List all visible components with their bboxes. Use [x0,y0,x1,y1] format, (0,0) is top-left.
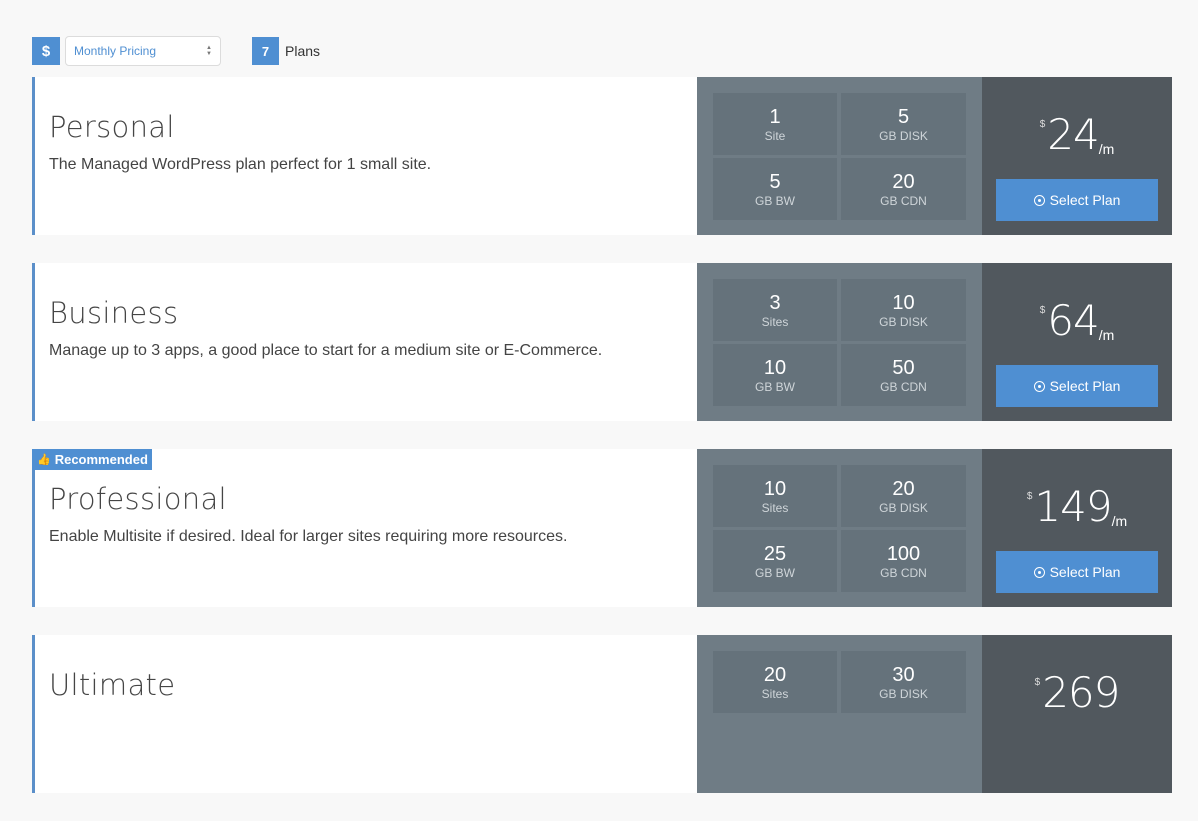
select-plan-label: Select Plan [1049,564,1121,580]
price-currency: $ [1026,491,1033,502]
spec-unit: GB CDN [880,565,927,580]
thumbs-up-icon: 👍 [37,454,51,466]
spec-disk: 5 GB DISK [841,93,966,155]
spec-value: 1 [769,105,781,128]
plan-price: $ 269 [1034,668,1121,721]
plan-price: $ 64 /m [1040,299,1115,349]
dot-circle-icon [1033,566,1045,578]
spec-disk: 20 GB DISK [841,465,966,527]
spec-value: 3 [769,291,781,314]
recommended-label: Recommended [54,452,148,467]
spec-sites: 1 Site [713,93,837,155]
spec-unit: GB BW [754,565,795,580]
spec-value: 10 [763,356,787,379]
price-box: $ 64 /m Select Plan [982,263,1172,421]
spec-unit: Site [764,128,786,143]
price-amount: 64 [1047,296,1099,345]
plan-specs: 10 Sites 20 GB DISK 25 GB BW 100 GB CDN [697,449,982,607]
spec-unit: GB DISK [879,500,928,515]
plan-name: Business [49,296,179,330]
plan-card-business: Business Manage up to 3 apps, a good pla… [32,263,1172,421]
select-plan-button[interactable]: Select Plan [996,365,1158,407]
plan-name: Ultimate [49,668,176,702]
price-box: $ 24 /m Select Plan [982,77,1172,235]
spec-value: 10 [892,291,915,314]
plan-info: Ultimate [32,635,697,793]
plan-description: Enable Multisite if desired. Ideal for l… [49,528,568,545]
plan-price: $ 149 /m [1027,485,1127,535]
spec-unit: GB CDN [880,193,927,208]
plan-info: 👍 Recommended Professional Enable Multis… [32,449,697,607]
plan-specs: 3 Sites 10 GB DISK 10 GB BW 50 GB CDN [697,263,982,421]
spec-sites: 10 Sites [713,465,837,527]
price-box: $ 269 [982,635,1172,793]
spec-cdn: 20 GB CDN [841,158,966,220]
spec-value: 5 [769,170,781,193]
spec-value: 5 [897,105,910,128]
dot-circle-icon [1033,380,1045,392]
plan-specs: 1 Site 5 GB DISK 5 GB BW 20 GB CDN [697,77,982,235]
plan-price: $ 24 /m [1040,113,1115,163]
plan-card-personal: Personal The Managed WordPress plan perf… [32,77,1172,235]
spec-value: 30 [892,663,915,686]
spec-unit: GB BW [754,379,795,394]
spec-value: 20 [763,663,787,686]
plan-description: Manage up to 3 apps, a good place to sta… [49,342,603,359]
price-box: $ 149 /m Select Plan [982,449,1172,607]
select-plan-label: Select Plan [1049,378,1121,394]
spec-unit: GB DISK [879,314,928,329]
spec-value: 25 [763,542,787,565]
spec-unit: GB BW [754,193,795,208]
pricing-select-value: Monthly Pricing [74,44,157,58]
plan-description: The Managed WordPress plan perfect for 1… [49,156,432,173]
spec-disk: 10 GB DISK [841,279,966,341]
price-period: /m [1098,327,1115,343]
select-plan-button[interactable]: Select Plan [996,179,1158,221]
plan-info: Personal The Managed WordPress plan perf… [32,77,697,235]
spec-unit: GB CDN [880,379,927,394]
dot-circle-icon [1033,194,1045,206]
toolbar: $ Monthly Pricing ▲ ▼ 7 Plans [32,36,321,66]
spec-value: 10 [763,477,787,500]
price-period: /m [1111,513,1128,529]
price-amount: 269 [1042,668,1120,717]
price-currency: $ [1039,119,1046,130]
spec-cdn: 50 GB CDN [841,344,966,406]
spec-bandwidth: 25 GB BW [713,530,837,592]
plan-specs: 20 Sites 30 GB DISK [697,635,982,793]
spec-unit: GB DISK [879,128,928,143]
spec-cdn: 100 GB CDN [841,530,966,592]
plans-list: Personal The Managed WordPress plan perf… [32,77,1172,821]
spec-value: 50 [892,356,915,379]
spec-bandwidth: 5 GB BW [713,158,837,220]
plan-name: Personal [49,110,175,144]
recommended-badge: 👍 Recommended [32,449,152,470]
select-plan-button[interactable]: Select Plan [996,551,1158,593]
spec-disk: 30 GB DISK [841,651,966,713]
plan-card-professional: 👍 Recommended Professional Enable Multis… [32,449,1172,607]
plans-count-badge: 7 [252,37,279,65]
currency-icon: $ [32,37,60,65]
price-period: /m [1098,141,1115,157]
plan-card-ultimate: Ultimate 20 Sites 30 GB DISK $ 269 [32,635,1172,793]
plans-label: Plans [285,43,321,59]
spec-unit: Sites [761,314,789,329]
spec-sites: 3 Sites [713,279,837,341]
select-arrows-icon: ▲ ▼ [206,45,212,57]
price-amount: 149 [1034,482,1112,531]
select-plan-label: Select Plan [1049,192,1121,208]
spec-value: 20 [892,477,915,500]
spec-value: 20 [892,170,915,193]
spec-sites: 20 Sites [713,651,837,713]
plan-info: Business Manage up to 3 apps, a good pla… [32,263,697,421]
price-currency: $ [1034,677,1041,688]
price-amount: 24 [1047,110,1099,159]
price-currency: $ [1039,305,1046,316]
spec-unit: Sites [761,500,789,515]
spec-bandwidth: 10 GB BW [713,344,837,406]
plan-name: Professional [49,482,227,516]
spec-value: 100 [886,542,921,565]
pricing-period-select[interactable]: Monthly Pricing ▲ ▼ [65,36,221,66]
